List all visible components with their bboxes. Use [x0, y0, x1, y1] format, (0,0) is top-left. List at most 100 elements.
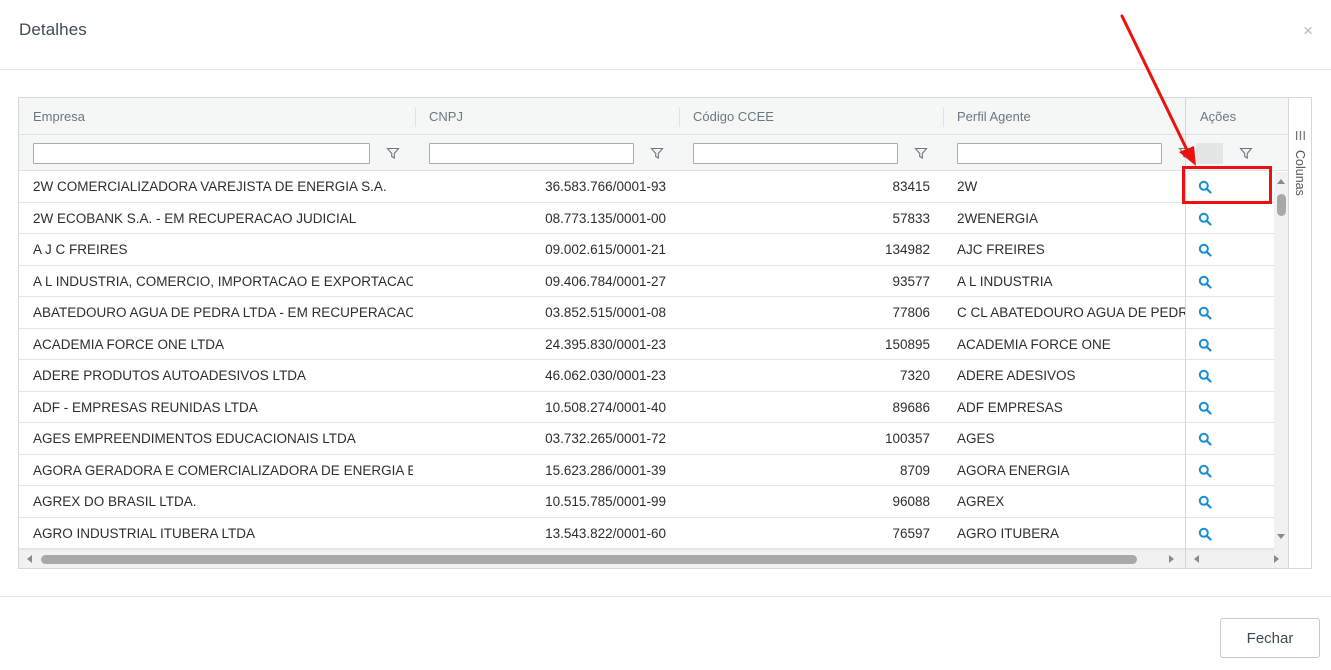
- cell-cnpj: 08.773.135/0001-00: [545, 210, 666, 226]
- modal-footer-divider: [0, 596, 1331, 597]
- cell-cnpj: 09.406.784/0001-27: [545, 273, 666, 289]
- column-header-cnpj[interactable]: CNPJ: [415, 98, 679, 135]
- cell-cnpj: 24.395.830/0001-23: [545, 336, 666, 352]
- filter-cell-empresa: [19, 135, 415, 171]
- column-header-codigo-ccee[interactable]: Código CCEE: [679, 98, 943, 135]
- table-row[interactable]: AGES EMPREENDIMENTOS EDUCACIONAIS LTDA 03…: [19, 423, 1185, 455]
- actions-horizontal-scrollbar[interactable]: [1186, 549, 1288, 568]
- search-icon[interactable]: [1198, 527, 1212, 541]
- table-row[interactable]: AGREX DO BRASIL LTDA. 10.515.785/0001-99 9…: [19, 486, 1185, 518]
- cell-codigo-ccee: 150895: [884, 336, 930, 352]
- grid-main-area: Empresa CNPJ Código CCEE Perfil Agente 2…: [19, 98, 1185, 568]
- cell-cnpj: 03.732.265/0001-72: [545, 431, 666, 446]
- cell-empresa: AGREX DO BRASIL LTDA.: [33, 494, 197, 509]
- cell-cnpj: 10.508.274/0001-40: [545, 399, 666, 415]
- actions-row: [1186, 265, 1288, 297]
- table-row[interactable]: ADERE PRODUTOS AUTOADESIVOS LTDA 46.062.0…: [19, 360, 1185, 392]
- columns-tool-panel[interactable]: Colunas: [1288, 98, 1311, 568]
- filter-funnel-icon[interactable]: [1239, 146, 1253, 160]
- search-icon[interactable]: [1198, 338, 1212, 352]
- cell-perfil-agente: AGORA ENERGIA: [957, 462, 1070, 478]
- filter-input-acoes[interactable]: [1196, 143, 1223, 164]
- filter-input-codigo-ccee[interactable]: [693, 143, 898, 164]
- scroll-left-arrow-icon[interactable]: [1194, 555, 1199, 563]
- search-icon[interactable]: [1198, 495, 1212, 509]
- close-icon[interactable]: ×: [1303, 22, 1313, 39]
- cell-codigo-ccee: 76597: [892, 525, 930, 541]
- filter-input-cnpj[interactable]: [429, 143, 634, 164]
- search-icon[interactable]: [1198, 432, 1212, 446]
- vertical-scroll-thumb[interactable]: [1277, 194, 1286, 216]
- cell-empresa: ADF - EMPRESAS REUNIDAS LTDA: [33, 399, 258, 415]
- columns-icon: [1296, 131, 1305, 140]
- table-row[interactable]: ADF - EMPRESAS REUNIDAS LTDA 10.508.274/0…: [19, 391, 1185, 423]
- cell-empresa: ACADEMIA FORCE ONE LTDA: [33, 336, 225, 352]
- scroll-right-arrow-icon[interactable]: [1169, 555, 1174, 563]
- data-grid: Empresa CNPJ Código CCEE Perfil Agente 2…: [18, 97, 1312, 569]
- filter-funnel-icon[interactable]: [650, 146, 664, 160]
- table-row[interactable]: ACADEMIA FORCE ONE LTDA 24.395.830/0001-2…: [19, 328, 1185, 360]
- vertical-scrollbar[interactable]: [1274, 172, 1288, 550]
- table-row[interactable]: A L INDUSTRIA, COMERCIO, IMPORTACAO E EX…: [19, 265, 1185, 297]
- grid-header-row: Empresa CNPJ Código CCEE Perfil Agente: [19, 98, 1185, 135]
- scroll-right-arrow-icon[interactable]: [1274, 555, 1279, 563]
- scroll-left-arrow-icon[interactable]: [27, 555, 32, 563]
- horizontal-scroll-thumb[interactable]: [41, 555, 1137, 564]
- cell-cnpj: 46.062.030/0001-23: [545, 368, 666, 383]
- cell-perfil-agente: 2WENERGIA: [957, 210, 1039, 226]
- cell-cnpj: 13.543.822/0001-60: [545, 525, 666, 541]
- cell-codigo-ccee: 7320: [899, 368, 930, 383]
- cell-cnpj: 15.623.286/0001-39: [545, 462, 666, 478]
- cell-perfil-agente: ADERE ADESIVOS: [957, 368, 1076, 383]
- column-header-empresa[interactable]: Empresa: [19, 98, 415, 135]
- highlight-box: [1182, 166, 1272, 204]
- horizontal-scrollbar[interactable]: [19, 549, 1185, 568]
- table-row[interactable]: 2W COMERCIALIZADORA VAREJISTA DE ENERGIA…: [19, 171, 1185, 203]
- scroll-up-arrow-icon[interactable]: [1277, 179, 1285, 184]
- cell-cnpj: 03.852.515/0001-08: [545, 305, 666, 320]
- table-row[interactable]: AGRO INDUSTRIAL ITUBERA LTDA 13.543.822/0…: [19, 517, 1185, 549]
- search-icon[interactable]: [1198, 401, 1212, 415]
- actions-row: [1186, 391, 1288, 423]
- table-row[interactable]: 2W ECOBANK S.A. - EM RECUPERACAO JUDICIA…: [19, 202, 1185, 234]
- search-icon[interactable]: [1198, 275, 1212, 289]
- cell-perfil-agente: ACADEMIA FORCE ONE: [957, 336, 1111, 352]
- filter-funnel-icon[interactable]: [1178, 146, 1185, 160]
- cell-empresa: A J C FREIRES: [33, 242, 128, 257]
- cell-empresa: 2W ECOBANK S.A. - EM RECUPERACAO JUDICIA…: [33, 210, 357, 226]
- table-row[interactable]: ABATEDOURO AGUA DE PEDRA LTDA - EM RECUP…: [19, 297, 1185, 329]
- cell-codigo-ccee: 96088: [892, 494, 930, 509]
- cell-codigo-ccee: 8709: [899, 462, 930, 478]
- search-icon[interactable]: [1198, 369, 1212, 383]
- search-icon[interactable]: [1198, 306, 1212, 320]
- actions-header: Ações: [1186, 98, 1288, 135]
- actions-row: [1186, 297, 1288, 329]
- cell-perfil-agente: AGREX: [957, 494, 1005, 509]
- table-row[interactable]: A J C FREIRES 09.002.615/0001-21 134982 AJC…: [19, 234, 1185, 266]
- search-icon[interactable]: [1198, 212, 1212, 226]
- modal-title: Detalhes: [19, 20, 87, 39]
- cell-perfil-agente: C CL ABATEDOURO AGUA DE PEDRA: [957, 305, 1185, 320]
- filter-funnel-icon[interactable]: [386, 146, 400, 160]
- close-button[interactable]: Fechar: [1220, 618, 1320, 658]
- cell-codigo-ccee: 89686: [892, 399, 930, 415]
- filter-cell-perfil-agente: [943, 135, 1185, 171]
- columns-tool-panel-label[interactable]: Colunas: [1293, 150, 1307, 196]
- filter-input-perfil-agente[interactable]: [957, 143, 1162, 164]
- filter-input-empresa[interactable]: [33, 143, 370, 164]
- table-row[interactable]: AGORA GERADORA E COMERCIALIZADORA DE ENE…: [19, 454, 1185, 486]
- filter-funnel-icon[interactable]: [914, 146, 928, 160]
- cell-empresa: AGRO INDUSTRIAL ITUBERA LTDA: [33, 525, 256, 541]
- actions-row: [1186, 202, 1288, 234]
- actions-row: [1186, 360, 1288, 392]
- cell-empresa: AGES EMPREENDIMENTOS EDUCACIONAIS LTDA: [33, 431, 356, 446]
- cell-perfil-agente: AGES: [957, 431, 995, 446]
- search-icon[interactable]: [1198, 464, 1212, 478]
- search-icon[interactable]: [1198, 243, 1212, 257]
- modal-header: Detalhes ×: [0, 0, 1331, 70]
- column-header-acoes[interactable]: Ações: [1186, 98, 1288, 135]
- cell-codigo-ccee: 100357: [884, 431, 930, 446]
- column-header-perfil-agente[interactable]: Perfil Agente: [943, 98, 1185, 135]
- scroll-down-arrow-icon[interactable]: [1277, 534, 1285, 539]
- cell-cnpj: 10.515.785/0001-99: [545, 494, 666, 509]
